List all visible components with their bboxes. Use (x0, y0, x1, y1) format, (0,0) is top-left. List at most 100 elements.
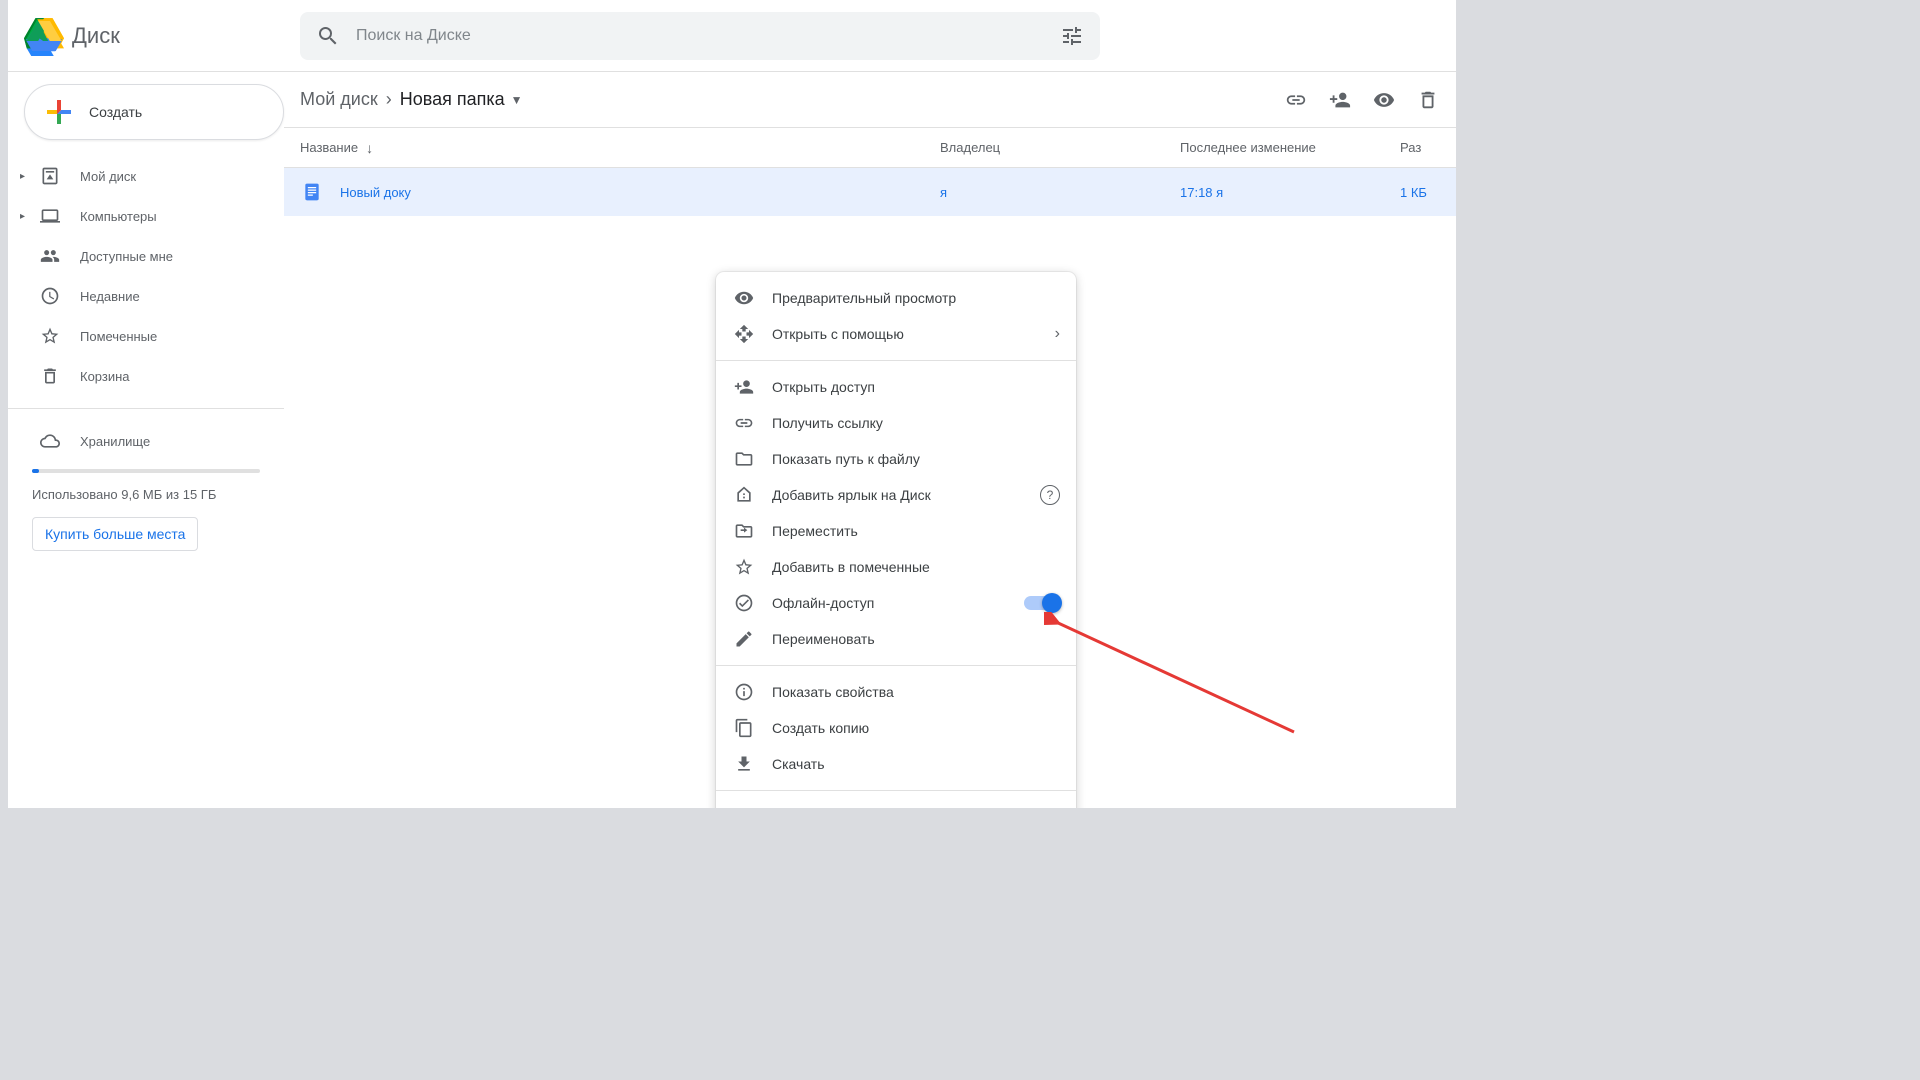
search-icon (316, 24, 340, 48)
column-size[interactable]: Раз (1400, 140, 1440, 155)
shortcut-icon (732, 483, 756, 507)
trash-icon (732, 805, 756, 808)
file-modified: 17:18 я (1180, 185, 1400, 200)
menu-label: Получить ссылку (772, 415, 883, 431)
copy-icon (732, 716, 756, 740)
menu-add-shortcut[interactable]: Добавить ярлык на Диск ? (716, 477, 1076, 513)
expand-icon: ▸ (20, 171, 32, 182)
column-name-label: Название (300, 140, 358, 155)
nav-label: Доступные мне (80, 249, 173, 264)
menu-offline[interactable]: Офлайн-доступ (716, 585, 1076, 621)
menu-get-link[interactable]: Получить ссылку (716, 405, 1076, 441)
search-input[interactable] (356, 27, 1060, 45)
info-icon (732, 680, 756, 704)
column-name[interactable]: Название ↓ (300, 140, 940, 156)
sidebar-item-trash[interactable]: Корзина (8, 356, 268, 396)
buy-storage-button[interactable]: Купить больше места (32, 517, 198, 551)
sidebar-item-starred[interactable]: Помеченные (8, 316, 268, 356)
download-icon (732, 752, 756, 776)
main-area: Мой диск › Новая папка ▼ Название (284, 72, 1456, 808)
shared-icon (38, 244, 62, 268)
body: Создать ▸ Мой диск ▸ Компьютеры Доступны… (8, 72, 1456, 808)
menu-label: Скачать (772, 756, 825, 772)
link-icon[interactable] (1284, 88, 1308, 112)
breadcrumb-current-label: Новая папка (400, 89, 505, 110)
storage-text: Использовано 9,6 МБ из 15 ГБ (32, 485, 260, 505)
nav-label: Мой диск (80, 169, 136, 184)
sidebar-item-recent[interactable]: Недавние (8, 276, 268, 316)
computers-icon (38, 204, 62, 228)
docs-icon (300, 180, 324, 204)
star-icon (38, 324, 62, 348)
storage-section: Использовано 9,6 МБ из 15 ГБ Купить боль… (8, 469, 284, 551)
column-modified[interactable]: Последнее изменение (1180, 140, 1400, 155)
drive-logo-icon (24, 16, 64, 56)
divider (8, 408, 284, 409)
toolbar: Мой диск › Новая папка ▼ (284, 72, 1456, 128)
rename-icon (732, 627, 756, 651)
menu-move[interactable]: Переместить (716, 513, 1076, 549)
menu-preview[interactable]: Предварительный просмотр (716, 280, 1076, 316)
offline-toggle[interactable] (1024, 596, 1060, 610)
cloud-icon (38, 429, 62, 453)
storage-bar (32, 469, 260, 473)
eye-icon[interactable] (1372, 88, 1396, 112)
folder-icon (732, 447, 756, 471)
add-person-icon (732, 375, 756, 399)
menu-share[interactable]: Открыть доступ (716, 369, 1076, 405)
column-owner[interactable]: Владелец (940, 140, 1180, 155)
help-icon[interactable]: ? (1040, 485, 1060, 505)
sidebar-item-my-drive[interactable]: ▸ Мой диск (8, 156, 268, 196)
breadcrumb-root[interactable]: Мой диск (300, 89, 378, 110)
menu-download[interactable]: Скачать (716, 746, 1076, 782)
menu-copy[interactable]: Создать копию (716, 710, 1076, 746)
app-name: Диск (72, 23, 120, 49)
offline-icon (732, 591, 756, 615)
expand-icon: ▸ (20, 211, 32, 222)
create-label: Создать (89, 104, 142, 120)
file-owner: я (940, 185, 1180, 200)
annotation-arrow (1044, 612, 1304, 752)
sort-down-icon: ↓ (366, 140, 373, 156)
recent-icon (38, 284, 62, 308)
trash-icon[interactable] (1416, 88, 1440, 112)
nav-label: Корзина (80, 369, 130, 384)
nav-label: Помеченные (80, 329, 157, 344)
link-icon (732, 411, 756, 435)
star-icon (732, 555, 756, 579)
move-icon (732, 519, 756, 543)
eye-icon (732, 286, 756, 310)
tune-icon[interactable] (1060, 24, 1084, 48)
menu-details[interactable]: Показать свойства (716, 674, 1076, 710)
logo-area[interactable]: Диск (24, 16, 284, 56)
sidebar: Создать ▸ Мой диск ▸ Компьютеры Доступны… (8, 72, 284, 808)
menu-label: Создать копию (772, 720, 869, 736)
menu-label: Переместить (772, 523, 858, 539)
search-bar[interactable] (300, 12, 1100, 60)
nav-label: Недавние (80, 289, 140, 304)
my-drive-icon (38, 164, 62, 188)
menu-label: Показать путь к файлу (772, 451, 920, 467)
menu-label: Показать свойства (772, 684, 894, 700)
menu-open-with[interactable]: Открыть с помощью › (716, 316, 1076, 352)
sidebar-item-shared[interactable]: Доступные мне (8, 236, 268, 276)
breadcrumb: Мой диск › Новая папка ▼ (300, 89, 523, 110)
file-row[interactable]: Новый доку я 17:18 я 1 КБ (284, 168, 1456, 216)
add-person-icon[interactable] (1328, 88, 1352, 112)
menu-rename[interactable]: Переименовать (716, 621, 1076, 657)
dropdown-icon: ▼ (511, 93, 523, 107)
sidebar-item-computers[interactable]: ▸ Компьютеры (8, 196, 268, 236)
menu-label: Офлайн-доступ (772, 595, 874, 611)
create-button[interactable]: Создать (24, 84, 284, 140)
open-with-icon (732, 322, 756, 346)
menu-star[interactable]: Добавить в помеченные (716, 549, 1076, 585)
file-name: Новый доку (340, 185, 940, 200)
sidebar-item-storage[interactable]: Хранилище (8, 421, 268, 461)
nav-label: Хранилище (80, 434, 150, 449)
menu-delete[interactable]: Удалить (716, 799, 1076, 808)
breadcrumb-current[interactable]: Новая папка ▼ (400, 89, 523, 110)
trash-icon (38, 364, 62, 388)
menu-show-path[interactable]: Показать путь к файлу (716, 441, 1076, 477)
menu-label: Добавить в помеченные (772, 559, 930, 575)
header: Диск (8, 0, 1456, 72)
